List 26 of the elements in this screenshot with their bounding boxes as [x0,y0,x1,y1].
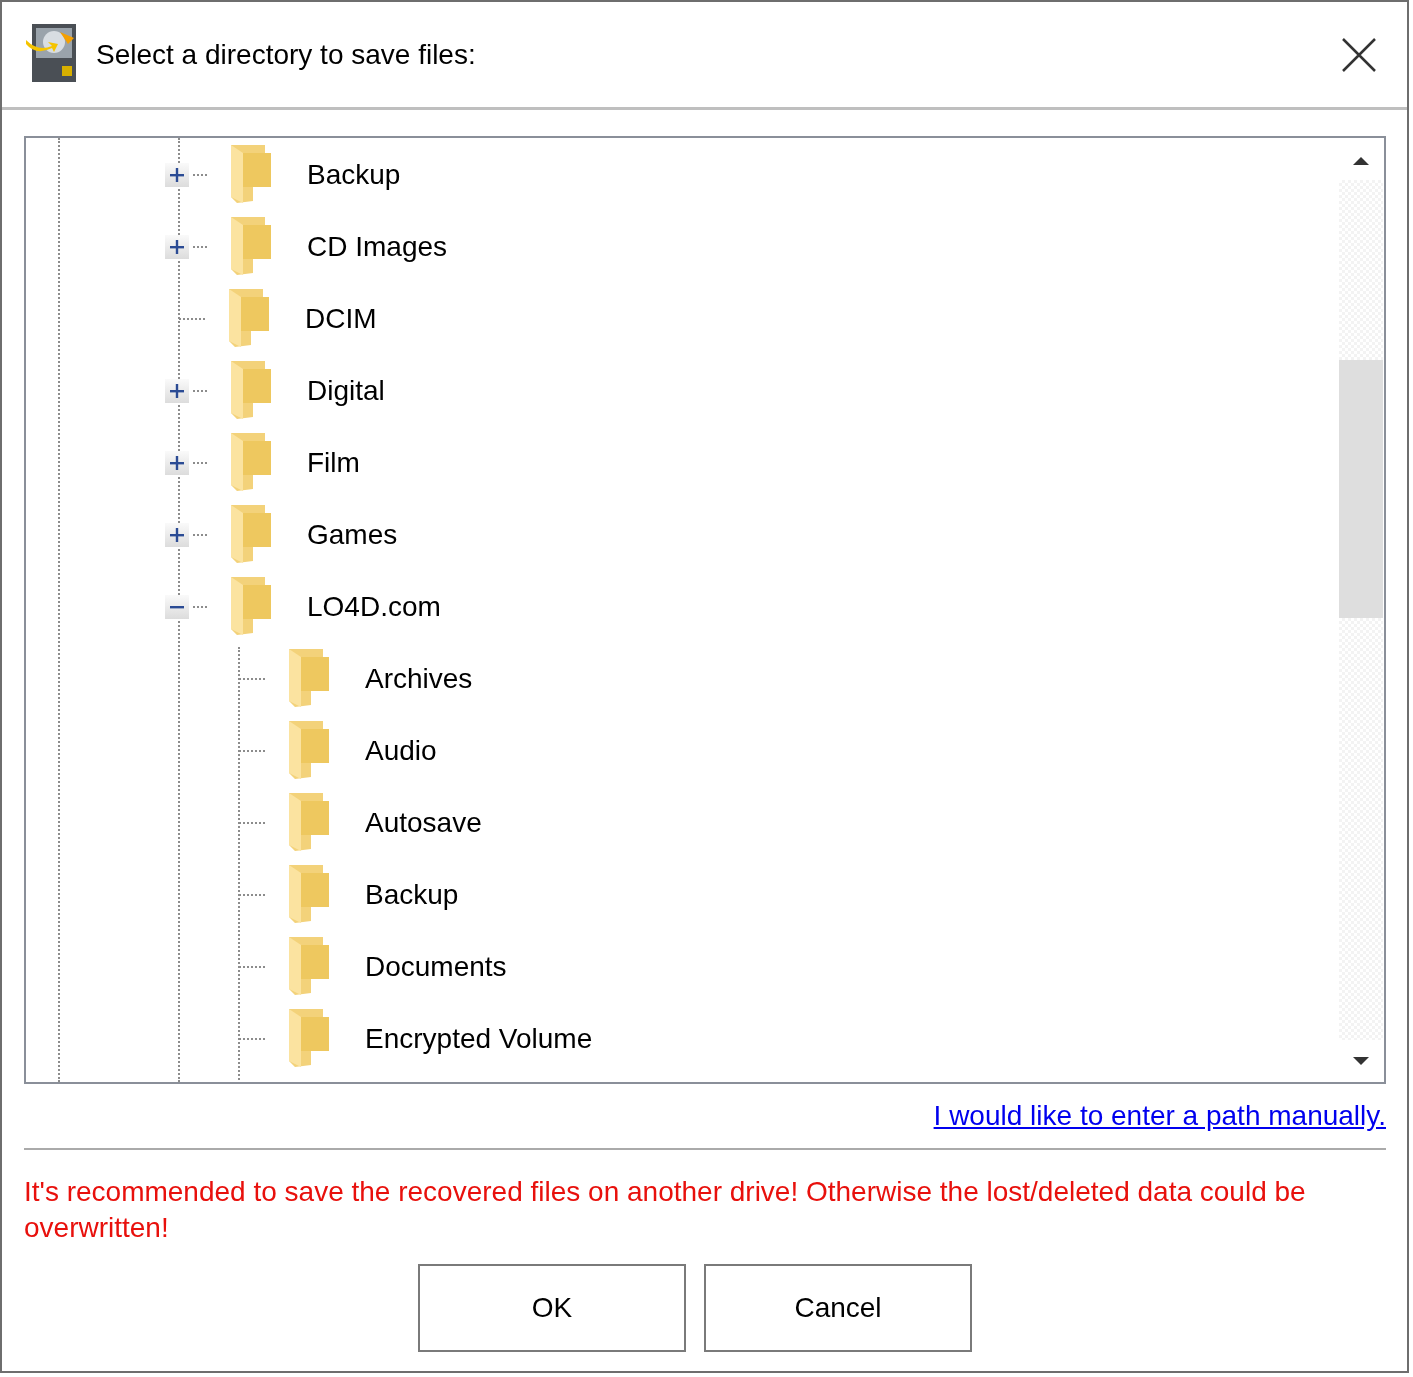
collapse-icon[interactable] [165,595,189,619]
expand-icon[interactable] [165,163,189,187]
cancel-button[interactable]: Cancel [704,1264,972,1352]
folder-name[interactable]: DCIM [305,303,377,335]
folder-name[interactable]: Audio [365,735,437,767]
folder-name[interactable]: Documents [365,951,507,983]
folder-name[interactable]: Backup [365,879,459,911]
warning-message: It's recommended to save the recovered files on another drive! Otherwise the lost/deleted data could be overwritten! [24,1175,1307,1245]
folder-name[interactable]: Encrypted Volume [365,1023,593,1055]
folder-name[interactable]: Film [307,447,360,479]
ok-button[interactable]: OK [418,1264,686,1352]
close-icon[interactable] [1341,36,1377,73]
folder-name[interactable]: Autosave [365,807,482,839]
expand-icon[interactable] [165,235,189,259]
expand-icon[interactable] [165,523,189,547]
expand-icon[interactable] [165,451,189,475]
drive-recovery-icon [24,21,78,84]
folder-name[interactable]: Digital [307,375,385,407]
folder-name[interactable]: LO4D.com [307,591,441,623]
manual-path-link[interactable]: I would like to enter a path manually. [933,1100,1386,1132]
folder-name[interactable]: Archives [365,663,473,695]
folder-name[interactable]: Games [307,519,398,551]
folder-name[interactable]: CD Images [307,231,448,263]
window-title: Select a directory to save files: [96,38,477,71]
expand-icon[interactable] [165,379,189,403]
folder-name[interactable]: Backup [307,159,401,191]
